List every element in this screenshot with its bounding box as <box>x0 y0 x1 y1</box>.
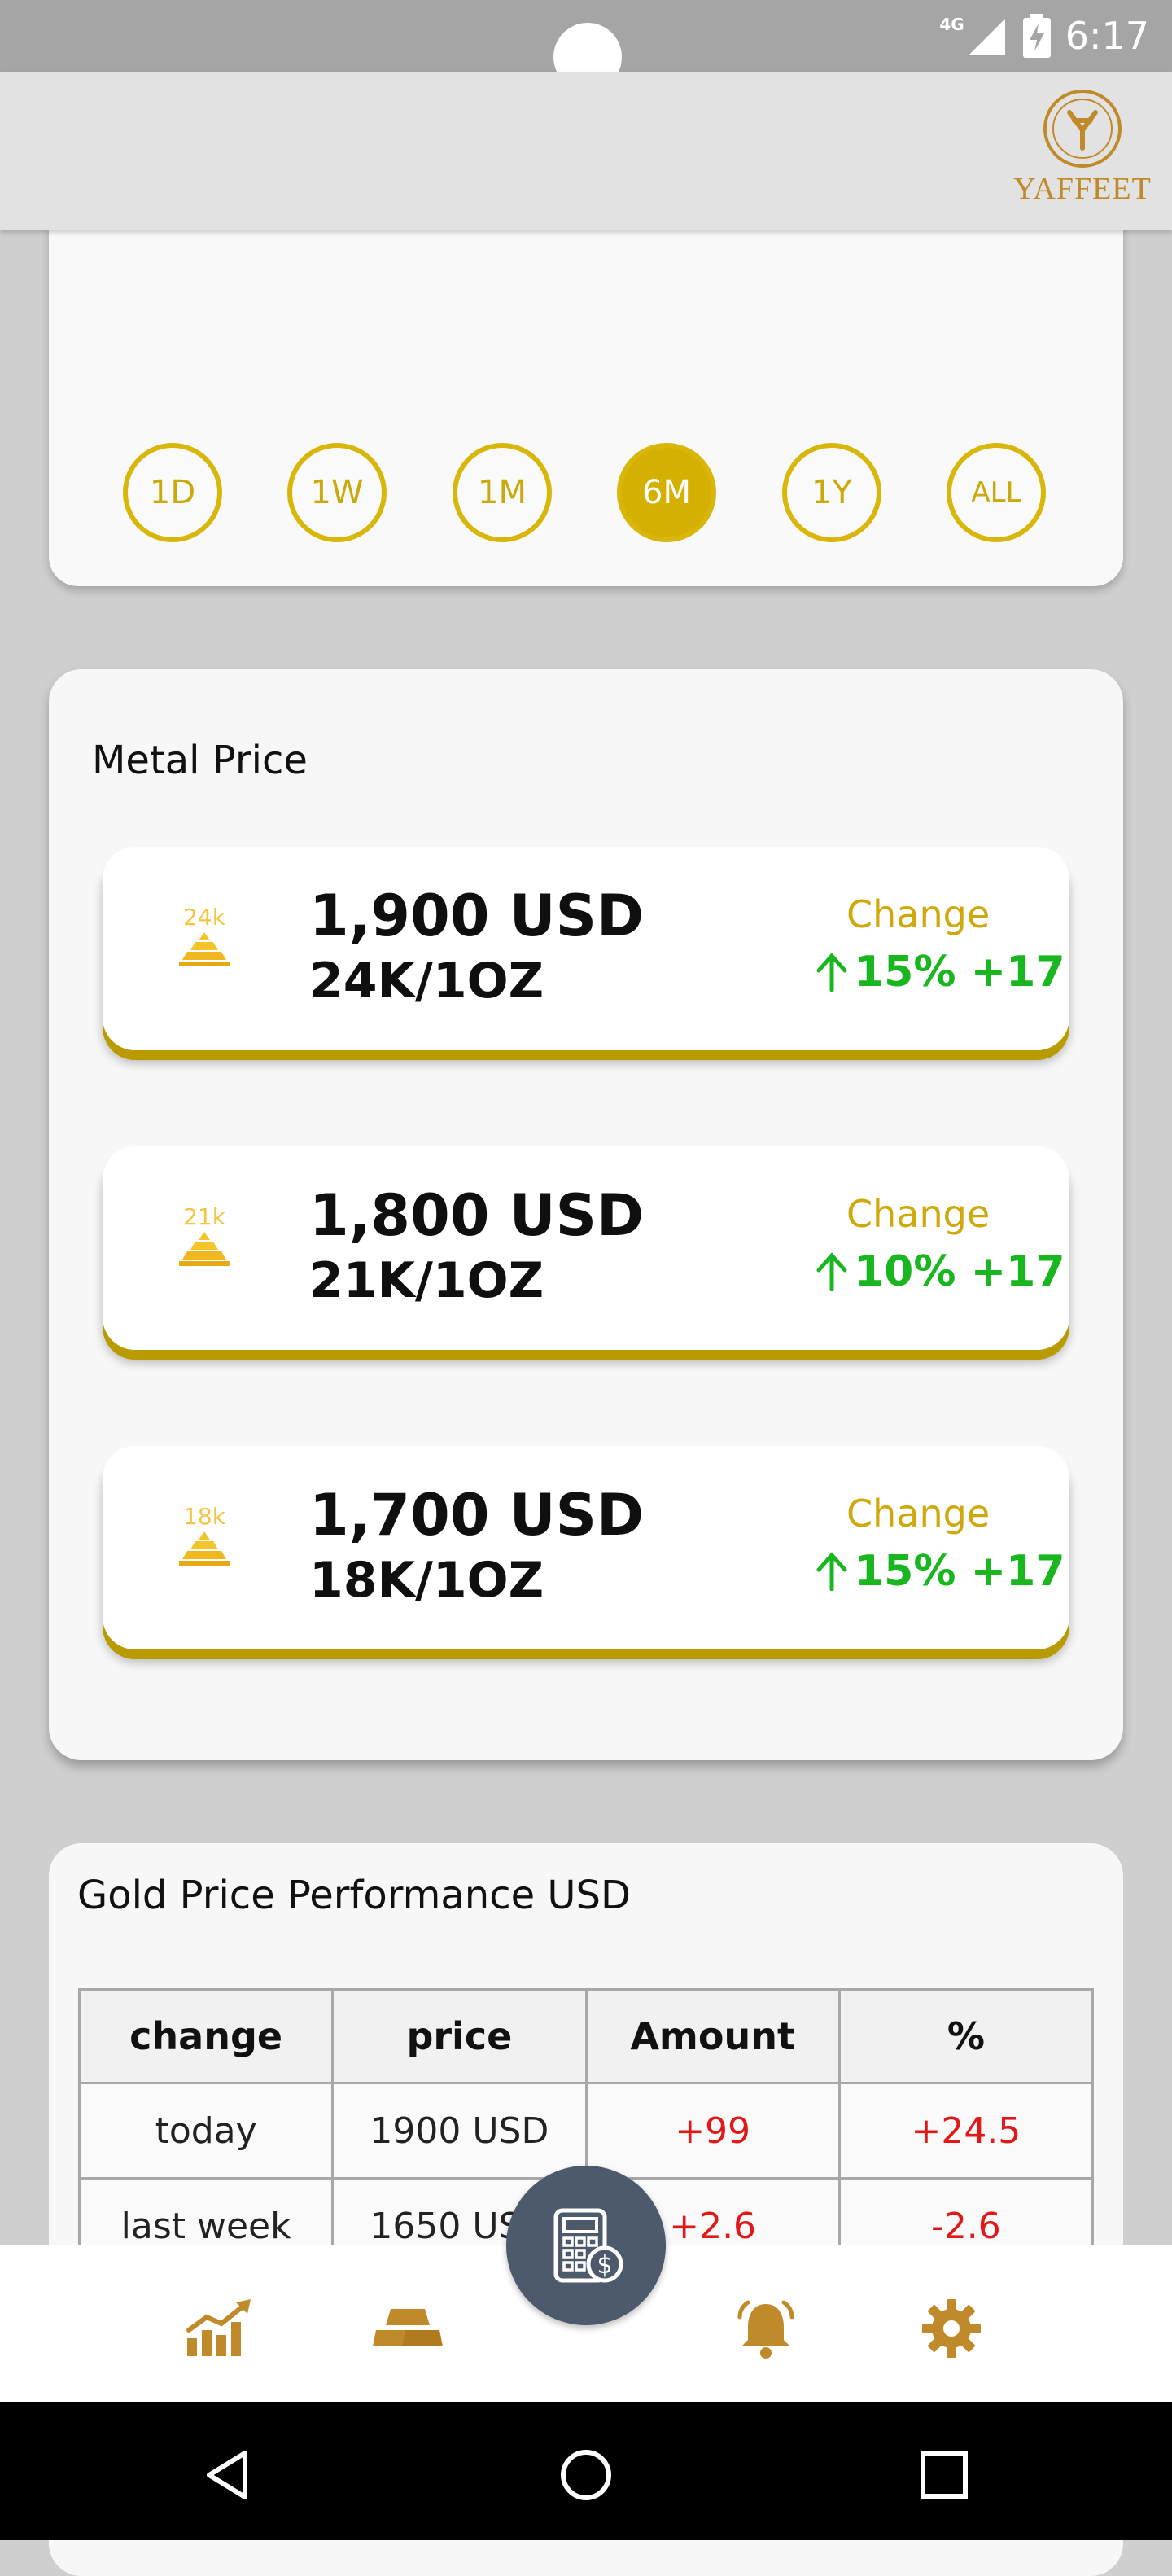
gold-pile-icon <box>179 1232 230 1266</box>
price-unit: 21K/1OZ <box>309 1252 544 1309</box>
bell-icon[interactable] <box>729 2296 802 2361</box>
calculator-icon: $ <box>553 2208 623 2283</box>
period-1y-button[interactable]: 1Y <box>782 443 881 542</box>
change-value-text: 15% +17 <box>855 1547 1065 1596</box>
table-cell: 1900 USD <box>331 2082 588 2180</box>
gold-bars-icon[interactable] <box>371 2296 444 2361</box>
karat-label: 21k <box>183 1203 225 1230</box>
period-all-button[interactable]: ALL <box>947 443 1046 542</box>
period-1w-button[interactable]: 1W <box>287 443 387 542</box>
change-label: Change <box>846 1192 991 1236</box>
gold-pile-icon <box>179 1531 230 1566</box>
arrow-up-icon <box>816 1552 847 1591</box>
karat-label: 24k <box>183 904 225 931</box>
price-unit: 18K/1OZ <box>309 1552 544 1609</box>
price-value: 1,900 USD <box>309 883 645 949</box>
table-row: today 1900 USD +99 +24.5 <box>77 2082 1095 2180</box>
performance-title: Gold Price Performance USD <box>77 1873 631 1918</box>
gold-karat-icon: 24k <box>176 904 233 968</box>
metal-price-item[interactable]: 18k 1,700 USD 18K/1OZ Change 15% +17 <box>103 1446 1069 1649</box>
column-header: Amount <box>584 1988 841 2084</box>
signal-icon <box>969 19 1005 55</box>
battery-charging-icon <box>1022 14 1051 58</box>
change-label: Change <box>846 1492 991 1536</box>
gold-karat-icon: 18k <box>176 1503 233 1567</box>
change-label: Change <box>846 892 991 936</box>
logo-emblem-icon <box>1043 90 1122 168</box>
home-icon[interactable] <box>553 2442 619 2508</box>
metal-price-item[interactable]: 24k 1,900 USD 24K/1OZ Change 15% +17 <box>103 847 1069 1050</box>
recents-icon[interactable] <box>912 2442 977 2508</box>
app-logo[interactable]: YAFFEET <box>1009 88 1156 207</box>
calculator-button[interactable]: $ <box>506 2166 666 2325</box>
svg-text:$: $ <box>597 2251 612 2280</box>
column-header: price <box>331 1988 588 2084</box>
change-value: 15% +17 <box>814 1547 1065 1596</box>
column-header: change <box>77 1988 335 2084</box>
period-1d-button[interactable]: 1D <box>123 443 222 542</box>
change-value-text: 15% +17 <box>855 948 1065 997</box>
back-icon[interactable] <box>195 2442 260 2508</box>
price-value: 1,700 USD <box>309 1482 645 1549</box>
period-1m-button[interactable]: 1M <box>453 443 552 542</box>
table-cell: +24.5 <box>837 2082 1095 2180</box>
network-type: 4G <box>939 15 964 34</box>
chart-icon[interactable] <box>182 2296 256 2361</box>
logo-text: YAFFEET <box>1013 172 1152 206</box>
arrow-up-icon <box>816 1252 847 1291</box>
gold-pile-icon <box>179 932 230 966</box>
app-bar: YAFFEET <box>0 72 1172 230</box>
metal-price-title: Metal Price <box>92 738 308 783</box>
clock: 6:17 <box>1065 14 1149 58</box>
period-selector-card: 1D 1W 1M 6M 1Y ALL <box>49 195 1123 586</box>
karat-label: 18k <box>183 1503 225 1530</box>
table-cell: +99 <box>584 2082 841 2180</box>
change-value-text: 10% +17 <box>855 1247 1065 1296</box>
status-icons: 4G 6:17 <box>939 8 1149 64</box>
table-header-row: change price Amount % <box>77 1988 1095 2084</box>
arrow-up-icon <box>816 953 847 992</box>
change-value: 10% +17 <box>814 1247 1065 1296</box>
column-header: % <box>837 1988 1095 2084</box>
metal-price-item[interactable]: 21k 1,800 USD 21K/1OZ Change 10% +17 <box>103 1146 1069 1350</box>
price-unit: 24K/1OZ <box>309 953 544 1010</box>
period-6m-button[interactable]: 6M <box>617 443 716 542</box>
gold-karat-icon: 21k <box>176 1203 233 1268</box>
gear-icon[interactable] <box>915 2296 988 2361</box>
price-value: 1,800 USD <box>309 1182 645 1249</box>
change-value: 15% +17 <box>814 948 1065 997</box>
table-cell: today <box>77 2082 335 2180</box>
